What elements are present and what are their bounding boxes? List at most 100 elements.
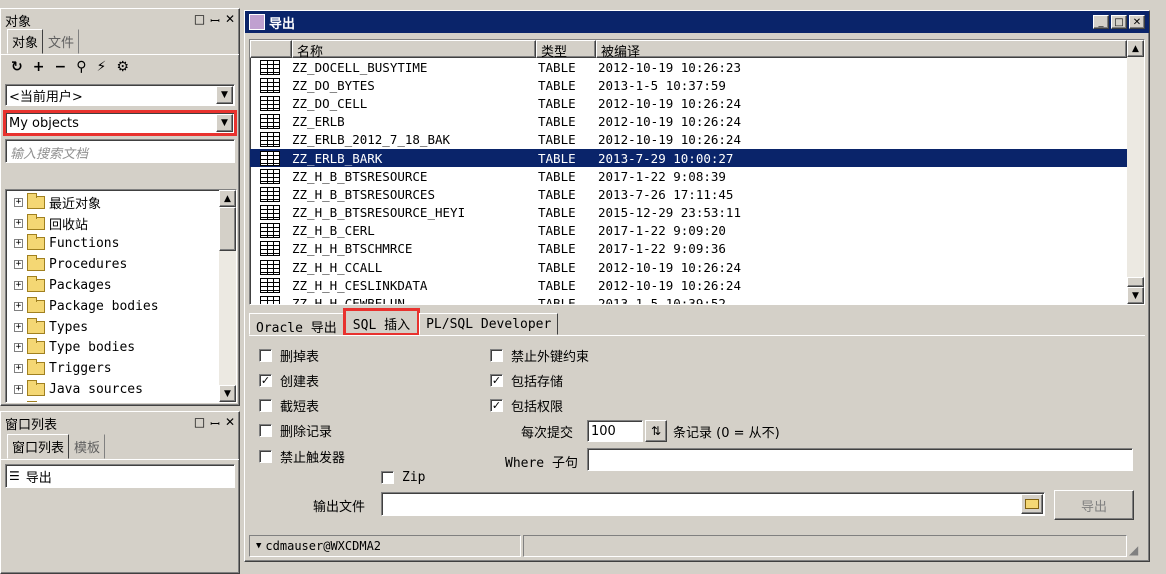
checkbox-checked[interactable]: ✓ — [259, 374, 272, 387]
table-row[interactable]: ZZ_H_B_BTSRESOURCES TABLE 2013-7-26 17:11:… — [250, 185, 1127, 203]
resize-grip-icon[interactable]: ◢ — [1129, 543, 1145, 557]
header-name[interactable]: 名称 — [292, 40, 536, 60]
search-input[interactable]: 输入搜索文档 — [5, 139, 235, 163]
option-include-storage[interactable]: ✓ 包括存储 — [490, 371, 563, 390]
expand-icon[interactable]: + — [14, 301, 23, 311]
table-row[interactable]: ZZ_H_H_BTSCHMRCE TABLE 2017-1-22 9:09:36 — [250, 240, 1127, 258]
output-file-input[interactable] — [381, 492, 1045, 516]
close-icon[interactable]: ✕ — [225, 415, 235, 432]
tab-files[interactable]: 文件 — [43, 29, 80, 54]
close-icon[interactable]: ✕ — [225, 12, 235, 29]
tab-plsql-developer[interactable]: PL/SQL Developer — [419, 313, 559, 335]
tab-templates[interactable]: 模板 — [69, 434, 106, 459]
window-list-item[interactable]: 导出 — [26, 467, 52, 486]
export-button[interactable]: 导出 — [1054, 490, 1134, 520]
tree-item-procedures[interactable]: + Procedures — [6, 254, 219, 275]
table-row[interactable]: ZZ_H_B_CERL TABLE 2017-1-22 9:09:20 — [250, 222, 1127, 240]
checkbox[interactable] — [381, 471, 394, 484]
tab-sql-insert[interactable]: SQL 插入 — [342, 308, 421, 336]
table-row[interactable]: ZZ_DOCELL_BUSYTIME TABLE 2012-10-19 10:26:… — [250, 58, 1127, 76]
tree-item-types[interactable]: + Types — [6, 317, 219, 338]
scroll-down-icon[interactable]: ▼ — [219, 385, 236, 402]
stepper-icon[interactable]: ⇅ — [645, 420, 667, 442]
table-row[interactable]: ZZ_DO_CELL TABLE 2012-10-19 10:26:24 — [250, 94, 1127, 112]
header-type[interactable]: 类型 — [536, 40, 596, 60]
expand-icon[interactable]: + — [14, 218, 23, 228]
table-row[interactable]: ZZ_H_H_CCALL TABLE 2012-10-19 10:26:24 — [250, 258, 1127, 276]
float-icon[interactable]: □ — [194, 415, 205, 432]
expand-icon[interactable]: + — [14, 281, 23, 291]
option-drop-tables[interactable]: 删掉表 — [259, 346, 319, 365]
minimize-button[interactable]: _ — [1093, 15, 1109, 29]
tree-scrollbar[interactable]: ▲ ▼ — [219, 190, 236, 402]
tree-item-recent[interactable]: + 最近对象 — [6, 192, 219, 213]
checkbox-checked[interactable]: ✓ — [490, 399, 503, 412]
pin-icon[interactable]: ꟷ — [210, 415, 220, 432]
expand-icon[interactable]: + — [14, 322, 23, 332]
properties-icon[interactable]: ⚙ — [116, 59, 129, 77]
table-row[interactable]: ZZ_H_H_CESLINKDATA TABLE 2012-10-19 10:26:… — [250, 276, 1127, 294]
table-scrollbar[interactable]: ▲ ▼ — [1127, 40, 1144, 304]
tree-item-triggers[interactable]: + Triggers — [6, 358, 219, 379]
option-create-tables[interactable]: ✓ 创建表 — [259, 371, 319, 390]
option-truncate-tables[interactable]: 截短表 — [259, 396, 319, 415]
expand-icon[interactable]: + — [14, 343, 23, 353]
expand-icon[interactable]: + — [14, 197, 23, 207]
add-icon[interactable]: + — [33, 59, 45, 77]
filter-icon[interactable]: ⚡ — [96, 59, 106, 77]
tab-oracle-export[interactable]: Oracle 导出 — [249, 313, 344, 336]
option-include-privileges[interactable]: ✓ 包括权限 — [490, 396, 563, 415]
close-button[interactable]: ✕ — [1129, 15, 1145, 29]
refresh-icon[interactable]: ↻ — [11, 59, 23, 77]
checkbox[interactable] — [259, 399, 272, 412]
filter-select[interactable]: My objects ▼ — [3, 110, 237, 136]
checkbox-checked[interactable]: ✓ — [490, 374, 503, 387]
checkbox[interactable] — [259, 450, 272, 463]
chevron-down-icon[interactable]: ▼ — [216, 114, 233, 132]
where-input[interactable] — [587, 448, 1133, 471]
scroll-thumb[interactable] — [1127, 277, 1144, 287]
tree-item-functions[interactable]: + Functions — [6, 234, 219, 255]
folder-open-icon[interactable] — [1021, 494, 1043, 514]
header-compiled[interactable]: 被编译 — [596, 40, 1127, 60]
tree-item-package-bodies[interactable]: + Package bodies — [6, 296, 219, 317]
tree-item-type-bodies[interactable]: + Type bodies — [6, 338, 219, 359]
user-select[interactable]: <当前用户> ▼ — [5, 84, 235, 106]
tree-item-packages[interactable]: + Packages — [6, 275, 219, 296]
find-icon[interactable]: ⚲ — [76, 59, 86, 77]
chevron-down-icon[interactable]: ▼ — [216, 86, 233, 104]
table-row[interactable]: ZZ_DO_BYTES TABLE 2013-1-5 10:37:59 — [250, 76, 1127, 94]
scroll-thumb[interactable] — [219, 207, 236, 251]
table-row[interactable]: ZZ_ERLB_BARK TABLE 2013-7-29 10:00:27 — [250, 148, 1127, 168]
scroll-up-icon[interactable]: ▲ — [1127, 40, 1144, 57]
tree-item-recycle[interactable]: + 回收站 — [6, 213, 219, 234]
tab-window-list[interactable]: 窗口列表 — [7, 434, 70, 459]
scroll-up-icon[interactable]: ▲ — [219, 190, 236, 207]
option-zip[interactable]: Zip — [381, 470, 425, 485]
expand-icon[interactable]: + — [14, 260, 23, 270]
tab-objects[interactable]: 对象 — [7, 29, 44, 54]
header-icon-col[interactable] — [250, 40, 292, 58]
option-delete-records[interactable]: 删除记录 — [259, 421, 332, 440]
pin-icon[interactable]: ꟷ — [210, 12, 220, 29]
table-row[interactable]: ZZ_ERLB TABLE 2012-10-19 10:26:24 — [250, 113, 1127, 131]
table-row[interactable]: ZZ_H_H_CEWBELUN TABLE 2013-1-5 10:39:52 — [250, 294, 1127, 304]
float-icon[interactable]: □ — [194, 12, 205, 29]
table-row[interactable]: ZZ_H_B_BTSRESOURCE_HEYI TABLE 2015-12-29 2… — [250, 204, 1127, 222]
checkbox[interactable] — [490, 349, 503, 362]
tree-item-java-sources[interactable]: + Java sources — [6, 379, 219, 400]
tree-item-more[interactable]: +... — [6, 400, 219, 402]
commit-input[interactable]: 100 — [587, 420, 643, 442]
connection-status[interactable]: ▼ cdmauser@WXCDMA2 — [249, 535, 521, 557]
remove-icon[interactable]: − — [54, 59, 66, 77]
option-disable-fk[interactable]: 禁止外键约束 — [490, 346, 589, 365]
expand-icon[interactable]: + — [14, 239, 23, 249]
checkbox[interactable] — [259, 349, 272, 362]
maximize-button[interactable]: □ — [1111, 15, 1127, 29]
scroll-down-icon[interactable]: ▼ — [1127, 287, 1144, 304]
table-row[interactable]: ZZ_ERLB_2012_7_18_BAK TABLE 2012-10-19 10:… — [250, 131, 1127, 149]
checkbox[interactable] — [259, 424, 272, 437]
expand-icon[interactable]: + — [14, 364, 23, 374]
option-disable-triggers[interactable]: 禁止触发器 — [259, 447, 345, 466]
table-row[interactable]: ZZ_H_B_BTSRESOURCE TABLE 2017-1-22 9:08:39 — [250, 167, 1127, 185]
